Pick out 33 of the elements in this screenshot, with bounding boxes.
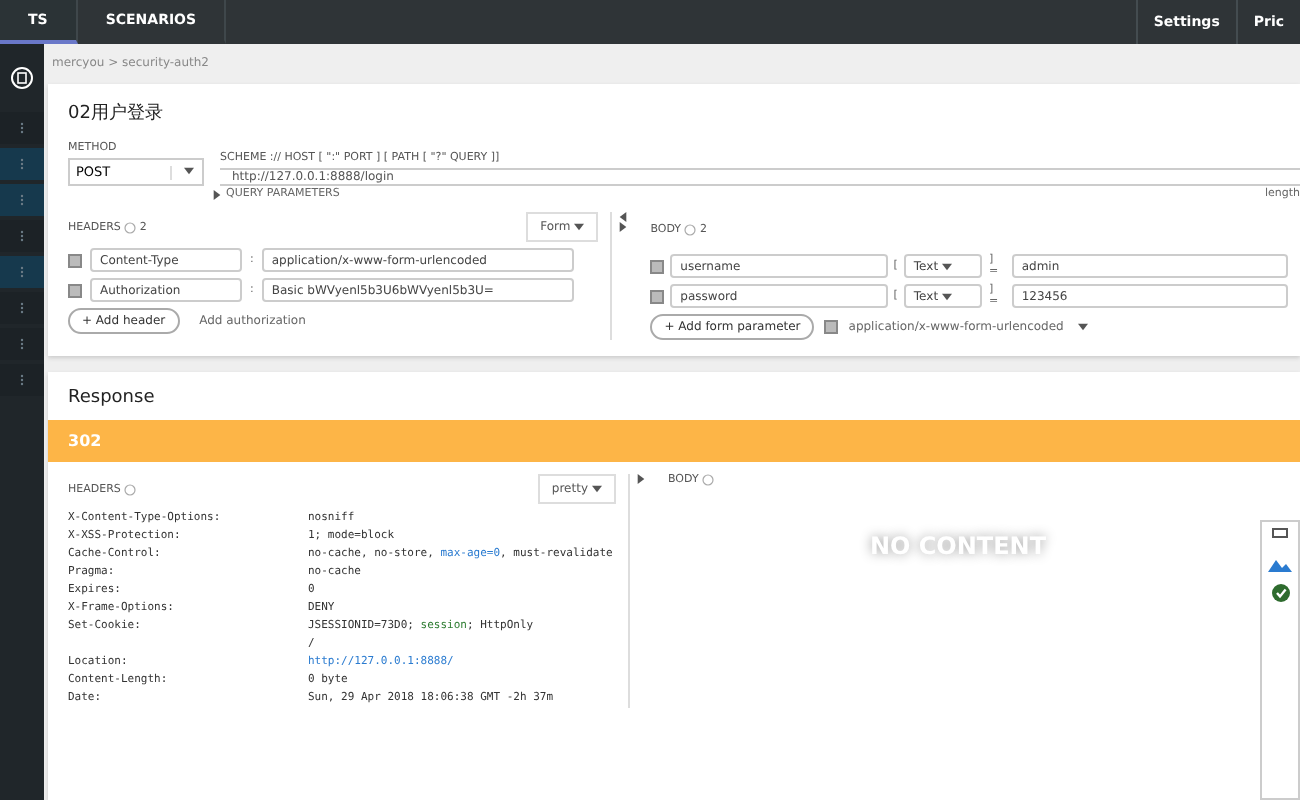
checkbox[interactable]: [650, 289, 665, 303]
checkbox[interactable]: [68, 253, 82, 267]
checkbox[interactable]: [650, 259, 665, 273]
drag-handle-icon[interactable]: [20, 338, 24, 350]
drag-handle-icon[interactable]: [20, 302, 24, 314]
request-title: 02用户登录: [68, 104, 163, 124]
drag-handle-icon[interactable]: [20, 374, 24, 386]
caret-icon: [592, 483, 602, 494]
document-icon[interactable]: [10, 66, 34, 90]
response-title: Response: [68, 388, 155, 408]
drag-handle-icon[interactable]: [20, 266, 24, 278]
check-icon[interactable]: [1271, 584, 1289, 602]
checkbox[interactable]: [68, 283, 82, 297]
caret-icon: [574, 221, 585, 232]
expand-icon[interactable]: [212, 189, 222, 199]
drag-handle-icon[interactable]: [20, 194, 24, 206]
drag-handle-icon[interactable]: [20, 122, 24, 134]
caret-icon: [942, 261, 953, 271]
status-bar: 302: [48, 420, 1300, 462]
info-icon: [124, 483, 137, 495]
info-icon: [702, 474, 715, 486]
collapse-left-icon[interactable]: [618, 212, 629, 222]
collapse-right-icon[interactable]: [618, 222, 629, 232]
caret-icon: [942, 291, 953, 301]
caret-icon: [1077, 322, 1088, 332]
drag-handle-icon[interactable]: [20, 158, 24, 170]
monitor-icon[interactable]: [1272, 528, 1288, 540]
drag-handle-icon[interactable]: [20, 230, 24, 242]
checkbox[interactable]: [824, 320, 839, 334]
info-icon: [684, 224, 697, 236]
collapse-right-icon[interactable]: [636, 474, 646, 484]
info-icon: [124, 221, 137, 233]
caret-icon: [184, 166, 194, 177]
